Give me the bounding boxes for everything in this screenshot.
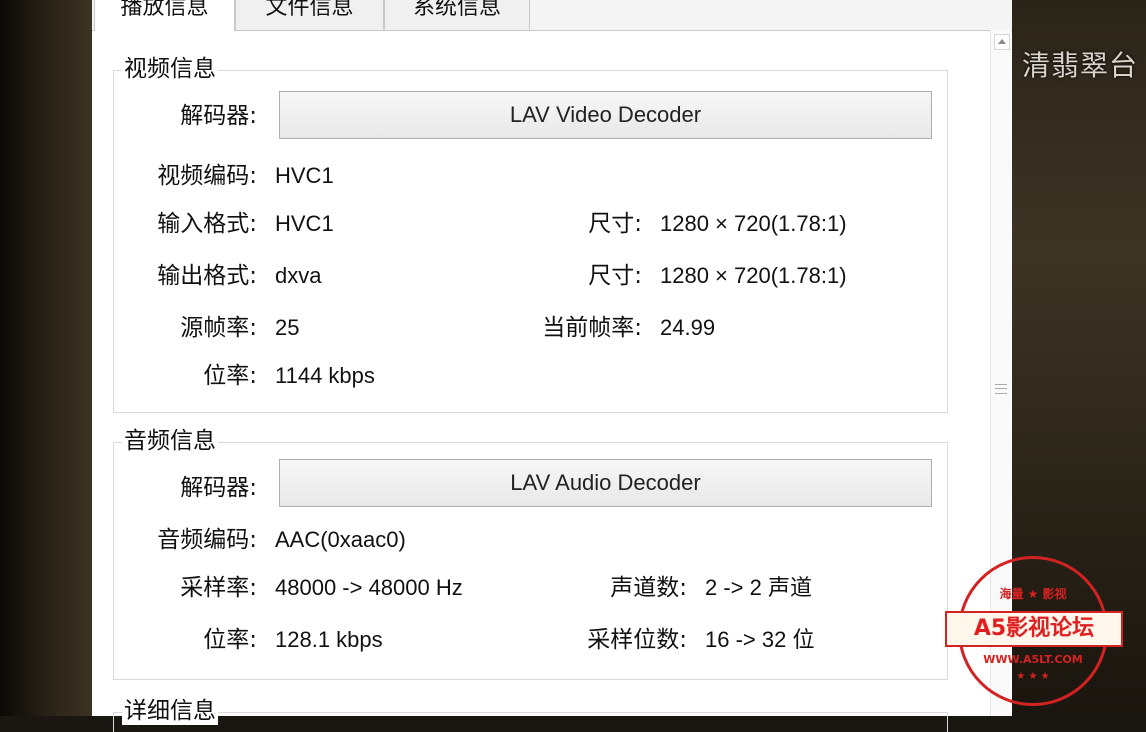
input-format-label: 输入格式: [157,211,257,237]
watermark-url: WWW.A5LT.COM [983,653,1083,666]
tab-system-info[interactable]: 系统信息 [384,0,530,30]
channels-value: 2 -> 2 声道 [705,575,812,600]
details-title: 详细信息 [122,697,218,725]
audio-bitrate-label: 位率: [203,627,257,653]
video-info-group: 视频信息 解码器: LAV Video Decoder 视频编码: HVC1 输… [113,55,948,413]
video-codec-value: HVC1 [275,163,334,188]
audio-codec-value: AAC(0xaac0) [275,527,406,552]
video-bitrate-value: 1144 kbps [275,363,375,388]
source-fps-label: 源帧率: [180,315,257,341]
sample-rate-value: 48000 -> 48000 Hz [275,575,463,600]
channel-logo: 清翡翠台 [1022,49,1139,82]
watermark-top-text: 海量 ★ 影视 [999,587,1067,601]
channels-label: 声道数: [610,575,687,601]
sample-rate-label: 采样率: [180,575,257,601]
input-size-label: 尺寸: [588,211,642,237]
details-group: 详细信息 [113,697,948,732]
current-fps-value: 24.99 [660,315,716,340]
bit-depth-value: 16 -> 32 位 [705,627,815,652]
current-fps-label: 当前帧率: [542,315,642,341]
video-info-title: 视频信息 [122,55,218,83]
audio-decoder-button[interactable]: LAV Audio Decoder [279,459,932,507]
watermark-stars-icon: ★ ★ ★ [1016,671,1050,682]
watermark-banner: A5影视论坛 [945,611,1123,647]
audio-info-title: 音频信息 [122,427,218,455]
watermark-stamp: 海量 ★ 影视 A5影视论坛 WWW.A5LT.COM ★ ★ ★ [945,556,1123,706]
output-format-value: dxva [275,263,322,288]
bit-depth-label: 采样位数: [587,627,687,653]
playback-info-dialog: 播放信息 文件信息 系统信息 视频信息 解码器: LAV Video Decod… [92,0,1012,732]
tab-bar: 播放信息 文件信息 系统信息 [92,0,1012,31]
audio-bitrate-value: 128.1 kbps [275,627,383,652]
output-size-value: 1280 × 720(1.78:1) [660,263,847,288]
video-decoder-button[interactable]: LAV Video Decoder [279,91,932,139]
audio-info-group: 音频信息 解码器: LAV Audio Decoder 音频编码: AAC(0x… [113,427,948,680]
output-format-label: 输出格式: [157,263,257,289]
tab-playback-info[interactable]: 播放信息 [94,0,235,31]
video-codec-label: 视频编码: [157,163,257,189]
video-bitrate-label: 位率: [203,363,257,389]
input-size-value: 1280 × 720(1.78:1) [660,211,847,236]
audio-decoder-label: 解码器: [180,475,257,501]
scroll-thumb-grip-icon[interactable] [995,384,1007,394]
output-size-label: 尺寸: [588,263,642,289]
audio-codec-label: 音频编码: [157,527,257,553]
source-fps-value: 25 [275,315,300,340]
input-format-value: HVC1 [275,211,334,236]
scroll-up-arrow-icon[interactable] [994,34,1010,50]
video-decoder-label: 解码器: [180,103,257,129]
tab-file-info[interactable]: 文件信息 [235,0,384,30]
video-background-left [0,0,92,716]
